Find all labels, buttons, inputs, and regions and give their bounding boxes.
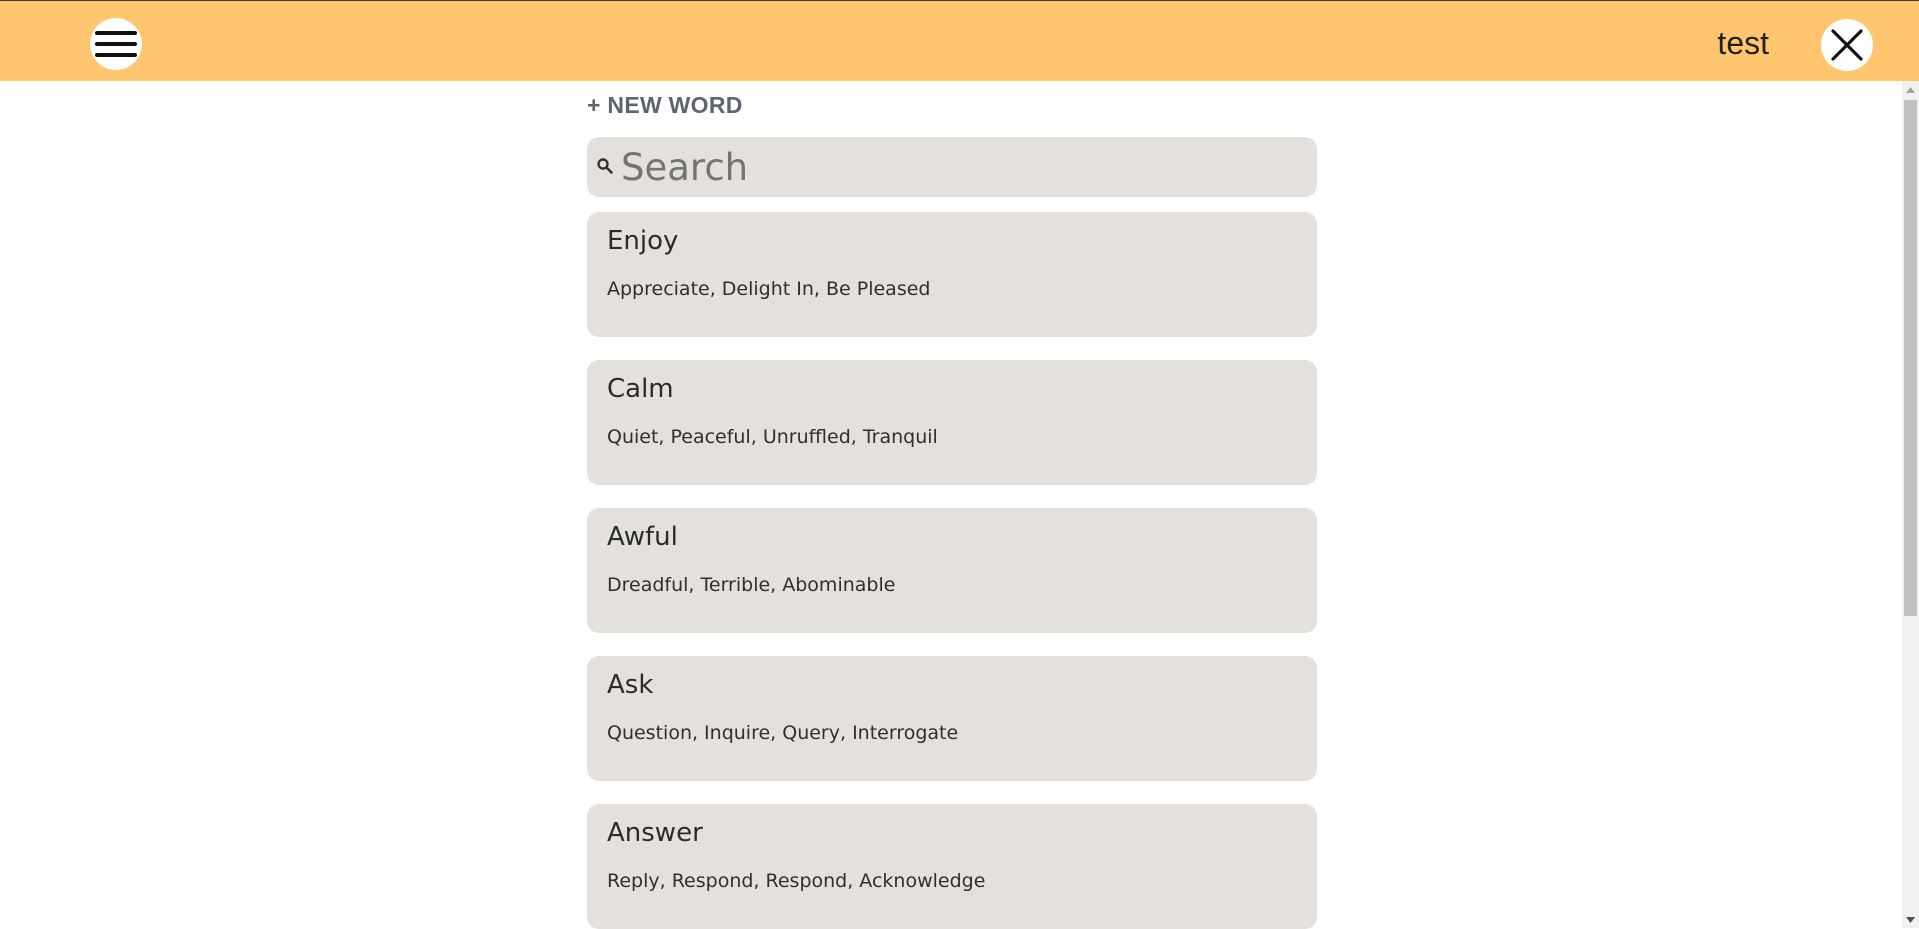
vertical-scrollbar[interactable] <box>1902 81 1919 928</box>
hamburger-menu-icon-line <box>95 42 137 46</box>
word-title: Enjoy <box>607 226 679 256</box>
new-word-button[interactable]: + NEW WORD <box>587 89 1317 121</box>
word-card[interactable]: Awful Dreadful, Terrible, Abominable <box>587 508 1317 633</box>
word-card[interactable]: Enjoy Appreciate, Delight In, Be Pleased <box>587 212 1317 337</box>
word-card[interactable]: Answer Reply, Respond, Respond, Acknowle… <box>587 804 1317 929</box>
word-list: Enjoy Appreciate, Delight In, Be Pleased… <box>587 212 1317 929</box>
word-synonyms: Appreciate, Delight In, Be Pleased <box>607 278 931 300</box>
word-card[interactable]: Ask Question, Inquire, Query, Interrogat… <box>587 656 1317 781</box>
main-content: + NEW WORD Enjoy Appreciate, Delight In,… <box>587 81 1317 929</box>
word-synonyms: Dreadful, Terrible, Abominable <box>607 574 896 596</box>
top-bar: test <box>0 0 1919 81</box>
word-synonyms: Question, Inquire, Query, Interrogate <box>607 722 959 744</box>
search-box[interactable] <box>587 137 1317 197</box>
word-synonyms: Quiet, Peaceful, Unruffled, Tranquil <box>607 426 938 448</box>
search-icon <box>596 157 614 180</box>
scroll-up-arrow-icon[interactable] <box>1902 81 1919 98</box>
word-synonyms: Reply, Respond, Respond, Acknowledge <box>607 870 986 892</box>
hamburger-menu-icon <box>95 31 137 35</box>
menu-button[interactable] <box>90 18 142 70</box>
word-title: Calm <box>607 374 674 404</box>
close-icon <box>1831 29 1863 61</box>
search-input[interactable] <box>621 137 1301 197</box>
user-name: test <box>1717 25 1769 61</box>
word-title: Awful <box>607 522 678 552</box>
close-button[interactable] <box>1821 19 1873 71</box>
hamburger-menu-icon-line <box>95 53 137 57</box>
word-title: Answer <box>607 818 703 848</box>
word-card[interactable]: Calm Quiet, Peaceful, Unruffled, Tranqui… <box>587 360 1317 485</box>
word-title: Ask <box>607 670 654 700</box>
scroll-down-arrow-icon[interactable] <box>1902 911 1919 928</box>
scrollbar-thumb[interactable] <box>1904 100 1917 616</box>
